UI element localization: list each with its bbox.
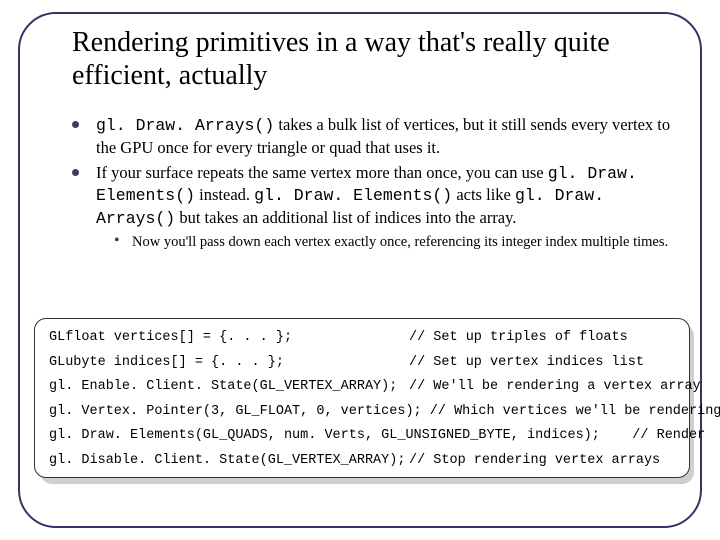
code-line: gl. Disable. Client. State(GL_VERTEX_ARR… xyxy=(49,454,675,468)
code-stmt: gl. Vertex. Pointer(3, GL_FLOAT, 0, vert… xyxy=(49,404,430,419)
bullet-list: gl. Draw. Arrays() takes a bulk list of … xyxy=(72,114,676,230)
code-stmt: GLubyte indices[] = {. . . }; xyxy=(49,356,409,370)
code-comment: // Set up vertex indices list xyxy=(409,355,644,370)
code-inline: gl. Draw. Elements() xyxy=(254,186,452,205)
bullet-text: but takes an additional list of indices … xyxy=(175,208,516,227)
code-stmt: gl. Draw. Elements(GL_QUADS, num. Verts,… xyxy=(49,428,632,443)
slide-content: Rendering primitives in a way that's rea… xyxy=(72,26,676,251)
code-inline: gl. Draw. Arrays() xyxy=(96,116,274,135)
code-line: GLfloat vertices[] = {. . . };// Set up … xyxy=(49,331,675,345)
code-comment: // Set up triples of floats xyxy=(409,330,628,345)
code-stmt: gl. Enable. Client. State(GL_VERTEX_ARRA… xyxy=(49,380,409,394)
code-comment: // Render xyxy=(632,428,705,443)
code-line: GLubyte indices[] = {. . . };// Set up v… xyxy=(49,356,675,370)
code-comment: // Which vertices we'll be rendering xyxy=(430,404,720,419)
bullet-item: If your surface repeats the same vertex … xyxy=(72,162,676,230)
code-block-wrap: GLfloat vertices[] = {. . . };// Set up … xyxy=(34,318,690,478)
slide-title: Rendering primitives in a way that's rea… xyxy=(72,26,676,92)
bullet-item: gl. Draw. Arrays() takes a bulk list of … xyxy=(72,114,676,159)
code-line: gl. Vertex. Pointer(3, GL_FLOAT, 0, vert… xyxy=(49,405,675,419)
sub-bullet-list: Now you'll pass down each vertex exactly… xyxy=(114,233,676,252)
code-line: gl. Draw. Elements(GL_QUADS, num. Verts,… xyxy=(49,429,675,443)
code-comment: // Stop rendering vertex arrays xyxy=(409,453,660,468)
code-block: GLfloat vertices[] = {. . . };// Set up … xyxy=(34,318,690,478)
code-stmt: gl. Disable. Client. State(GL_VERTEX_ARR… xyxy=(49,454,409,468)
sub-bullet-item: Now you'll pass down each vertex exactly… xyxy=(114,233,676,252)
bullet-text: acts like xyxy=(452,185,515,204)
code-line: gl. Enable. Client. State(GL_VERTEX_ARRA… xyxy=(49,380,675,394)
code-stmt: GLfloat vertices[] = {. . . }; xyxy=(49,331,409,345)
bullet-text: If your surface repeats the same vertex … xyxy=(96,163,548,182)
bullet-text: instead. xyxy=(195,185,254,204)
code-comment: // We'll be rendering a vertex array xyxy=(409,379,701,394)
